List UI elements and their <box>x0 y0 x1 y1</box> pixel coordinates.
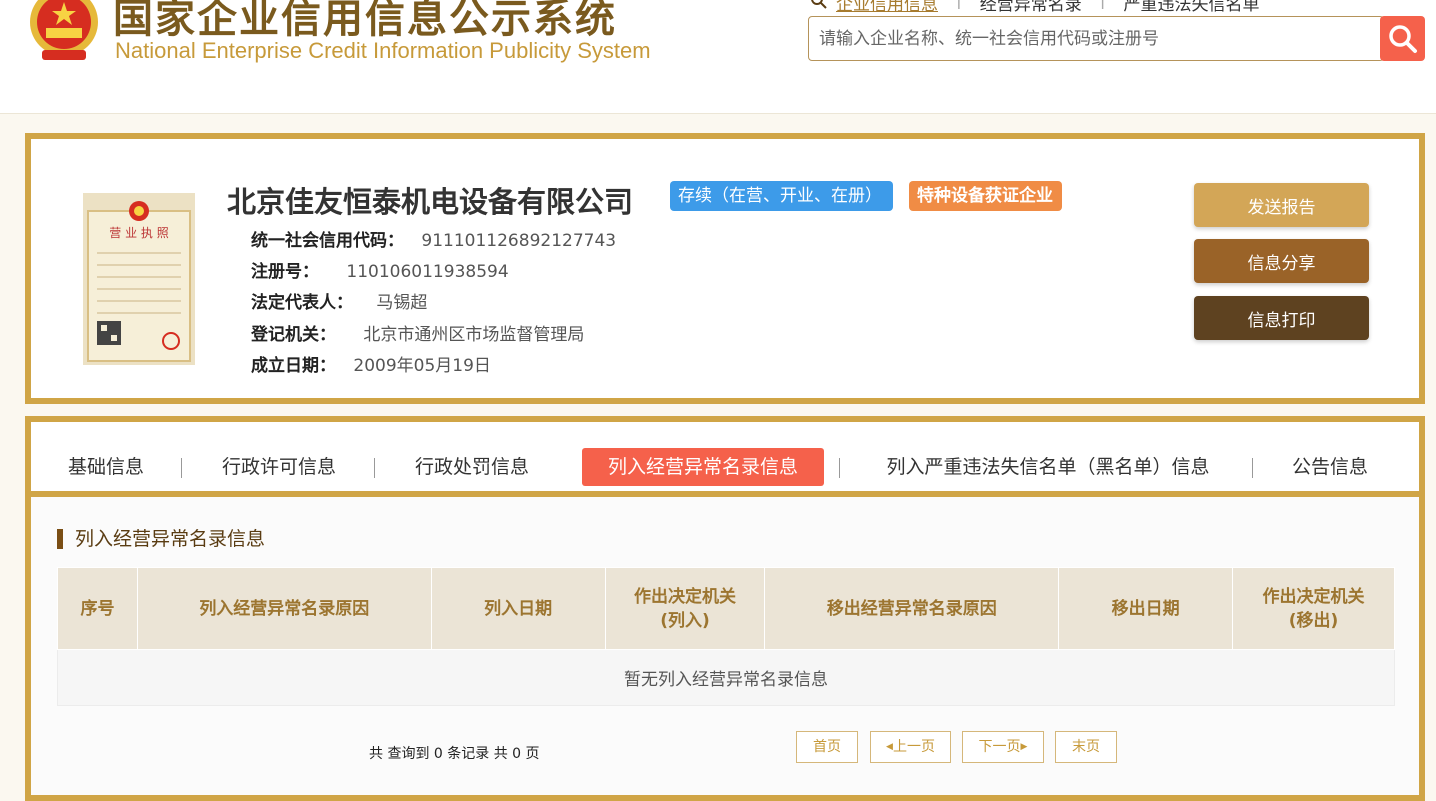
company-name: 北京佳友恒泰机电设备有限公司 <box>227 185 634 219</box>
field-label: 法定代表人： <box>251 293 353 313</box>
nav-separator: | <box>956 0 962 10</box>
section-title: 列入经营异常名录信息 <box>57 529 265 549</box>
site-header: 国家企业信用信息公示系统 National Enterprise Credit … <box>0 0 1436 114</box>
field-value: 2009年05月19日 <box>353 356 491 376</box>
special-equipment-badge: 特种设备获证企业 <box>909 181 1062 211</box>
field-reg-authority: 登记机关： 北京市通州区市场监督管理局 <box>251 320 584 345</box>
col-header-list-authority: 作出决定机关 (列入) <box>604 567 766 650</box>
col-header-list-reason: 列入经营异常名录原因 <box>136 567 432 650</box>
field-label: 登记机关： <box>251 325 336 345</box>
status-badge: 存续（在营、开业、在册） <box>670 181 893 211</box>
field-value: 110106011938594 <box>346 262 509 282</box>
nav-link-credit-info[interactable]: 企业信用信息 <box>836 0 938 15</box>
tab-separator <box>839 458 840 478</box>
search-icon <box>1388 24 1417 53</box>
tab-separator <box>374 458 375 478</box>
table-header-row: 序号 列入经营异常名录原因 列入日期 作出决定机关 (列入) 移出经营异常名录原… <box>57 567 1395 650</box>
field-value: 马锡超 <box>376 293 428 313</box>
tab-abnormal-list[interactable]: 列入经营异常名录信息 <box>582 448 824 486</box>
nav-link-blacklist[interactable]: 严重违法失信名单 <box>1123 0 1259 15</box>
field-legal-rep: 法定代表人： 马锡超 <box>251 288 427 313</box>
national-emblem-icon <box>30 0 98 60</box>
field-value: 北京市通州区市场监督管理局 <box>363 325 585 345</box>
tab-announcements[interactable]: 公告信息 <box>1288 448 1372 486</box>
col-header-list-date: 列入日期 <box>430 567 606 650</box>
field-credit-code: 统一社会信用代码： 911101126892127743 <box>251 226 616 251</box>
nav-link-abnormal-list[interactable]: 经营异常名录 <box>980 0 1082 15</box>
tabs-bar: 基础信息 行政许可信息 行政处罚信息 列入经营异常名录信息 列入严重违法失信名单… <box>25 416 1425 498</box>
prev-page-label: 上一页 <box>892 739 935 755</box>
license-title: 营 业 执 照 <box>109 226 168 240</box>
tab-admin-license[interactable]: 行政许可信息 <box>217 448 341 486</box>
search-button[interactable] <box>1380 16 1425 61</box>
col-header-index: 序号 <box>57 567 138 650</box>
company-info-card: 营 业 执 照 北京佳友恒泰机电设备有限公司 存续（在营、开业、在册） 特种设备… <box>25 133 1425 404</box>
chevron-left-icon: ◀ <box>886 742 893 752</box>
prev-page-button[interactable]: ◀上一页 <box>870 731 951 763</box>
record-summary: 共 查询到 0 条记录 共 0 页 <box>369 746 540 762</box>
tab-admin-penalty[interactable]: 行政处罚信息 <box>410 448 534 486</box>
field-label: 统一社会信用代码： <box>251 231 404 251</box>
field-label: 成立日期： <box>251 356 336 376</box>
abnormal-list-table: 序号 列入经营异常名录原因 列入日期 作出决定机关 (列入) 移出经营异常名录原… <box>57 567 1395 706</box>
tab-blacklist[interactable]: 列入严重违法失信名单（黑名单）信息 <box>876 448 1220 486</box>
abnormal-list-section: 列入经营异常名录信息 序号 列入经营异常名录原因 列入日期 作出决定机关 (列入… <box>25 491 1425 801</box>
first-page-button[interactable]: 首页 <box>796 731 858 763</box>
top-nav: 企业信用信息 | 经营异常名录 | 严重违法失信名单 <box>810 0 1259 15</box>
field-value: 911101126892127743 <box>421 231 617 251</box>
send-report-button[interactable]: 发送报告 <box>1194 183 1369 227</box>
last-page-button[interactable]: 末页 <box>1055 731 1117 763</box>
next-page-label: 下一页 <box>978 739 1021 755</box>
chevron-right-icon: ▶ <box>1020 742 1028 752</box>
field-founded-date: 成立日期： 2009年05月19日 <box>251 351 491 376</box>
field-label: 注册号： <box>251 262 319 282</box>
search-box <box>808 16 1384 61</box>
print-info-button[interactable]: 信息打印 <box>1194 296 1369 340</box>
share-info-button[interactable]: 信息分享 <box>1194 239 1369 283</box>
col-header-remove-reason: 移出经营异常名录原因 <box>764 567 1060 650</box>
business-license-image[interactable]: 营 业 执 照 <box>83 193 195 365</box>
search-small-icon <box>811 0 827 9</box>
table-row: 暂无列入经营异常名录信息 <box>57 649 1395 706</box>
empty-table-message: 暂无列入经营异常名录信息 <box>57 649 1395 706</box>
tab-separator <box>1252 458 1253 478</box>
tab-basic-info[interactable]: 基础信息 <box>65 448 147 486</box>
site-subtitle: National Enterprise Credit Information P… <box>115 38 651 63</box>
field-reg-number: 注册号： 110106011938594 <box>251 257 509 282</box>
tab-separator <box>181 458 182 478</box>
col-header-remove-date: 移出日期 <box>1058 567 1234 650</box>
nav-separator: | <box>1099 0 1106 10</box>
next-page-button[interactable]: 下一页▶ <box>962 731 1044 763</box>
search-input[interactable] <box>809 17 1383 60</box>
col-header-remove-authority: 作出决定机关 (移出) <box>1232 567 1395 650</box>
